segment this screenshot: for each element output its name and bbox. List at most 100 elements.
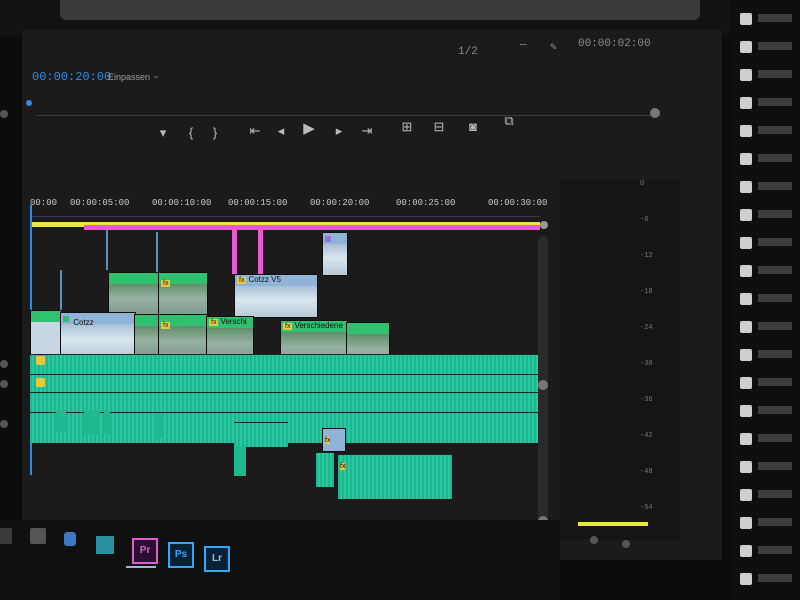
audio-clip-a2[interactable] — [30, 374, 540, 393]
track-toggle[interactable] — [0, 420, 8, 428]
list-item[interactable] — [740, 68, 795, 81]
list-item[interactable] — [740, 432, 795, 445]
duration-timecode: 00:00:02:00 — [578, 38, 651, 50]
start-icon[interactable] — [0, 528, 12, 544]
edit-marker — [156, 232, 158, 272]
list-item[interactable] — [740, 264, 795, 277]
audio-clip[interactable] — [316, 452, 334, 487]
audio-clip[interactable] — [234, 422, 288, 447]
list-item[interactable] — [740, 180, 795, 193]
go-to-in-icon[interactable]: ⇤ — [244, 122, 266, 140]
audio-snippet[interactable] — [155, 414, 163, 438]
audio-clip-blue[interactable]: fx — [322, 428, 346, 452]
video-clip[interactable]: fx — [158, 272, 208, 316]
video-clip[interactable] — [134, 314, 160, 358]
list-item[interactable] — [740, 488, 795, 501]
chevron-down-icon[interactable]: ⌄ — [152, 70, 160, 81]
out-point-icon[interactable]: } — [204, 124, 226, 142]
list-item[interactable] — [740, 236, 795, 249]
premiere-pro-icon[interactable]: Pr — [132, 538, 158, 564]
store-icon[interactable] — [96, 536, 114, 554]
button-editor-icon[interactable]: ⧉ — [498, 112, 520, 130]
audio-snippet[interactable] — [84, 410, 100, 434]
list-item[interactable] — [740, 376, 795, 389]
list-item[interactable] — [740, 124, 795, 137]
list-item[interactable] — [740, 460, 795, 473]
edge-icon[interactable] — [64, 532, 76, 546]
solo-button[interactable] — [590, 536, 598, 544]
marker-icon[interactable]: ▾ — [152, 124, 174, 142]
meter-tick: -30 — [640, 360, 653, 368]
wrench-icon[interactable]: ─ — [520, 40, 527, 52]
clip-label: Cotzz — [73, 318, 94, 327]
export-frame-icon[interactable]: ◙ — [462, 118, 484, 136]
step-back-icon[interactable]: ◂ — [270, 122, 292, 140]
ruler-label: 00:00:05:00 — [70, 198, 130, 208]
scrub-bar[interactable] — [36, 115, 656, 116]
fit-dropdown[interactable]: Einpassen — [108, 72, 150, 82]
clip-label: Verschiedene — [294, 321, 343, 330]
scrub-end-handle[interactable] — [650, 108, 660, 118]
list-item[interactable] — [740, 40, 795, 53]
program-monitor-bottom — [60, 0, 700, 20]
list-item[interactable] — [740, 404, 795, 417]
playhead-marker[interactable] — [26, 100, 32, 106]
clip-label: Cotzz V5 — [248, 275, 281, 284]
track-toggle[interactable] — [0, 360, 8, 368]
taskbar — [0, 520, 560, 600]
list-item[interactable] — [740, 12, 795, 25]
meter-scale: 0 -6 -12 -18 -24 -30 -36 -42 -48 -54 — [640, 180, 670, 530]
meter-tick: -18 — [640, 288, 653, 296]
keyframe-icon[interactable] — [36, 356, 45, 365]
edit-marker — [60, 270, 62, 310]
list-item[interactable] — [740, 96, 795, 109]
insert-icon[interactable]: ⊞ — [396, 118, 418, 136]
video-clip[interactable] — [30, 310, 62, 358]
ruler-label: 00:00 — [30, 198, 58, 208]
list-item[interactable] — [740, 348, 795, 361]
go-to-out-icon[interactable]: ⇥ — [356, 122, 378, 140]
audio-clip[interactable]: fx — [338, 454, 452, 499]
step-forward-icon[interactable]: ▸ — [328, 122, 350, 140]
adjustment-clip[interactable] — [232, 230, 237, 274]
resolution-select[interactable]: 1/2 — [458, 46, 478, 58]
video-clip-blue[interactable]: Cotzz — [60, 312, 136, 358]
ruler-label: 00:00:25:00 — [396, 198, 456, 208]
list-item[interactable] — [740, 572, 795, 585]
meter-tick: 0 — [640, 180, 645, 188]
in-point-icon[interactable]: { — [180, 124, 202, 142]
list-item[interactable] — [740, 152, 795, 165]
lightroom-icon[interactable]: Lr — [204, 546, 230, 572]
list-item[interactable] — [740, 320, 795, 333]
track-toggle[interactable] — [0, 380, 8, 388]
photoshop-icon[interactable]: Ps — [168, 542, 194, 568]
solo-button[interactable] — [622, 540, 630, 548]
meter-tick: -24 — [640, 324, 653, 332]
active-app-indicator — [126, 566, 156, 568]
work-area-end-handle[interactable] — [540, 221, 548, 229]
list-item[interactable] — [740, 516, 795, 529]
list-item[interactable] — [740, 544, 795, 557]
audio-snippet[interactable] — [56, 410, 66, 432]
audio-snippet[interactable] — [234, 446, 246, 476]
overwrite-icon[interactable]: ⊟ — [428, 118, 450, 136]
settings-icon[interactable]: ✎ — [550, 40, 557, 54]
track-toggle[interactable] — [0, 110, 8, 118]
video-clip[interactable] — [322, 232, 348, 276]
adjustment-clip[interactable] — [258, 230, 263, 274]
list-item[interactable] — [740, 208, 795, 221]
video-clip-blue[interactable]: fx Cotzz V5 — [234, 274, 318, 318]
scroll-handle[interactable] — [538, 380, 548, 390]
play-icon[interactable]: ▶ — [298, 120, 320, 138]
list-item[interactable] — [740, 292, 795, 305]
playhead-timecode[interactable]: 00:00:20:00 — [32, 70, 111, 84]
video-clip[interactable] — [108, 272, 160, 316]
meter-tick: -54 — [640, 504, 653, 512]
audio-clip-a1[interactable] — [30, 354, 540, 375]
in-out-range-bar[interactable] — [84, 225, 540, 230]
audio-snippet[interactable] — [104, 410, 110, 434]
meter-tick: -48 — [640, 468, 653, 476]
file-explorer-icon[interactable] — [30, 528, 46, 544]
keyframe-icon[interactable] — [36, 378, 45, 387]
time-ruler[interactable]: 00:00 00:00:05:00 00:00:10:00 00:00:15:0… — [30, 196, 547, 217]
